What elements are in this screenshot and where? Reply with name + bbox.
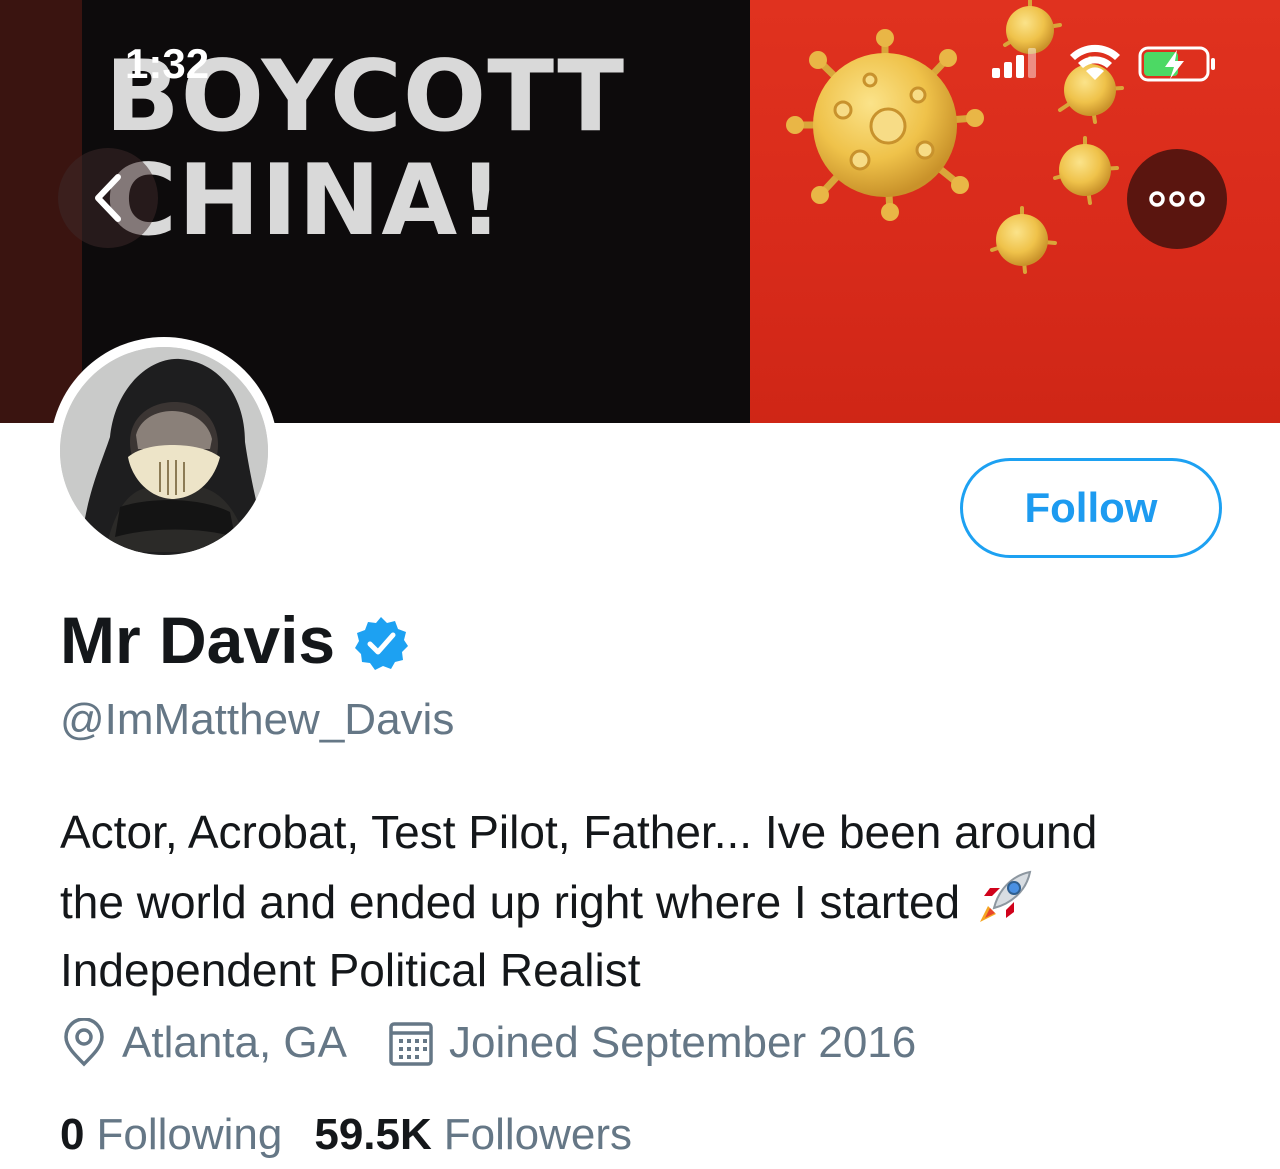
avatar-image [60,347,268,555]
following-label: Following [96,1110,283,1159]
followers-label: Followers [443,1110,633,1159]
followers-count: 59.5K [314,1110,432,1159]
virus-large-icon [786,29,984,221]
location: Atlanta, GA [60,1018,347,1068]
more-options-icon [1149,191,1205,207]
handle: @ImMatthew_Davis [60,695,455,744]
bio: Actor, Acrobat, Test Pilot, Father... Iv… [60,798,1240,1004]
display-name: Mr Davis [60,603,336,677]
verified-badge-icon [355,617,409,670]
join-date: Joined September 2016 [387,1018,916,1068]
profile-meta: Atlanta, GA Joined September 2016 [60,1018,916,1068]
bio-line-2-wrap: the world and ended up right where I sta… [60,866,1240,936]
bio-line-1: Actor, Acrobat, Test Pilot, Father... Iv… [60,806,1098,858]
following-count: 0 [60,1110,85,1159]
more-options-button[interactable] [1127,149,1227,249]
rocket-emoji-icon [980,870,1032,922]
profile-screen: BOYCOTT CHINA! 1:32 Follow Mr Davis @ImM… [0,0,1280,1169]
wifi-icon [1070,44,1120,80]
chevron-left-icon [95,174,121,222]
cellular-signal-icon [992,48,1036,78]
status-time: 1:32 [125,40,210,87]
battery-charging-icon [1138,46,1215,82]
follow-button[interactable]: Follow [960,458,1222,558]
display-name-row: Mr Davis [60,602,409,678]
followers-stat[interactable]: 59.5K Followers [314,1110,632,1160]
back-button[interactable] [58,148,158,248]
following-stat[interactable]: 0 Following [60,1110,282,1160]
status-icons [992,44,1215,82]
avatar[interactable] [50,337,278,565]
location-pin-icon [64,1018,104,1067]
bio-line-3: Independent Political Realist [60,944,641,996]
join-date-text: Joined September 2016 [449,1018,917,1067]
location-text: Atlanta, GA [122,1018,348,1067]
calendar-icon [389,1022,433,1066]
bio-line-2: the world and ended up right where I sta… [60,876,961,928]
follow-stats: 0 Following 59.5K Followers [60,1110,632,1160]
